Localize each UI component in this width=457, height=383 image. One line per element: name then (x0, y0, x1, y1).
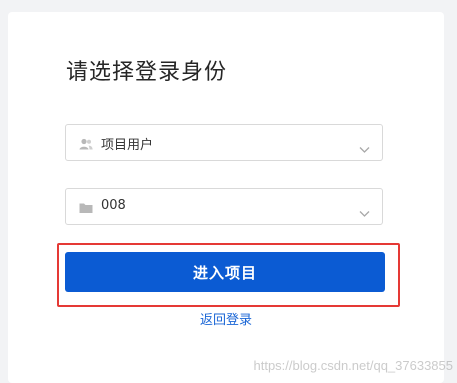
role-select-value: 项目用户 (101, 138, 154, 153)
chevron-down-icon (359, 139, 370, 153)
page-title: 请选择登录身份 (66, 60, 228, 85)
enter-project-button[interactable]: 进入项目 (65, 252, 385, 292)
login-card: 请选择登录身份 项目用户 008 进入项目 返回登录 (8, 12, 444, 383)
user-group-icon (79, 136, 93, 150)
folder-icon (79, 200, 93, 214)
watermark: https://blog.csdn.net/qq_37633855 (253, 358, 454, 373)
project-select-value: 008 (101, 198, 126, 213)
role-select[interactable]: 项目用户 (65, 124, 383, 161)
chevron-down-icon (359, 203, 370, 217)
project-select[interactable]: 008 (65, 188, 383, 225)
back-to-login-link[interactable]: 返回登录 (8, 309, 444, 328)
